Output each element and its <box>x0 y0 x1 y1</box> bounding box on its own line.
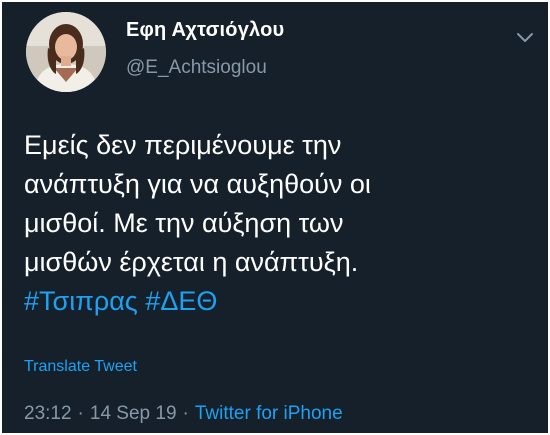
profile-photo <box>26 12 106 92</box>
tweet-text-line: μισθοί. Με την αύξηση των <box>24 208 344 238</box>
tweet-time[interactable]: 23:12 <box>24 403 72 424</box>
tweet-text-line: μισθών έρχεται η ανάπτυξη. <box>24 247 359 277</box>
tweet-source-link[interactable]: Twitter for iPhone <box>195 403 343 424</box>
meta-separator: · <box>77 403 84 424</box>
chevron-down-icon[interactable] <box>514 26 536 48</box>
hashtag-tsipras[interactable]: #Τσιπρας <box>24 286 138 316</box>
tweet-meta: 23:12 · 14 Sep 19 · Twitter for iPhone <box>24 403 343 425</box>
tweet-card: Εφη Αχτσιόγλου @E_Achtsioglou Εμείς δεν … <box>2 2 548 433</box>
meta-separator: · <box>182 403 189 424</box>
tweet-text-line: Εμείς δεν περιμένουμε την <box>24 130 342 160</box>
hashtag-line: #Τσιπρας #ΔΕΘ <box>24 282 524 321</box>
tweet-text: Εμείς δεν περιμένουμε την ανάπτυξη για ν… <box>24 126 524 321</box>
translate-tweet-link[interactable]: Translate Tweet <box>24 358 137 376</box>
author-display-name[interactable]: Εφη Αχτσιόγλου <box>126 19 284 42</box>
hashtag-deth[interactable]: #ΔΕΘ <box>145 286 217 316</box>
tweet-text-line: ανάπτυξη για να αυξηθούν οι <box>24 169 371 199</box>
tweet-date[interactable]: 14 Sep 19 <box>90 403 177 424</box>
author-handle[interactable]: @E_Achtsioglou <box>126 57 267 79</box>
avatar[interactable] <box>26 12 106 92</box>
